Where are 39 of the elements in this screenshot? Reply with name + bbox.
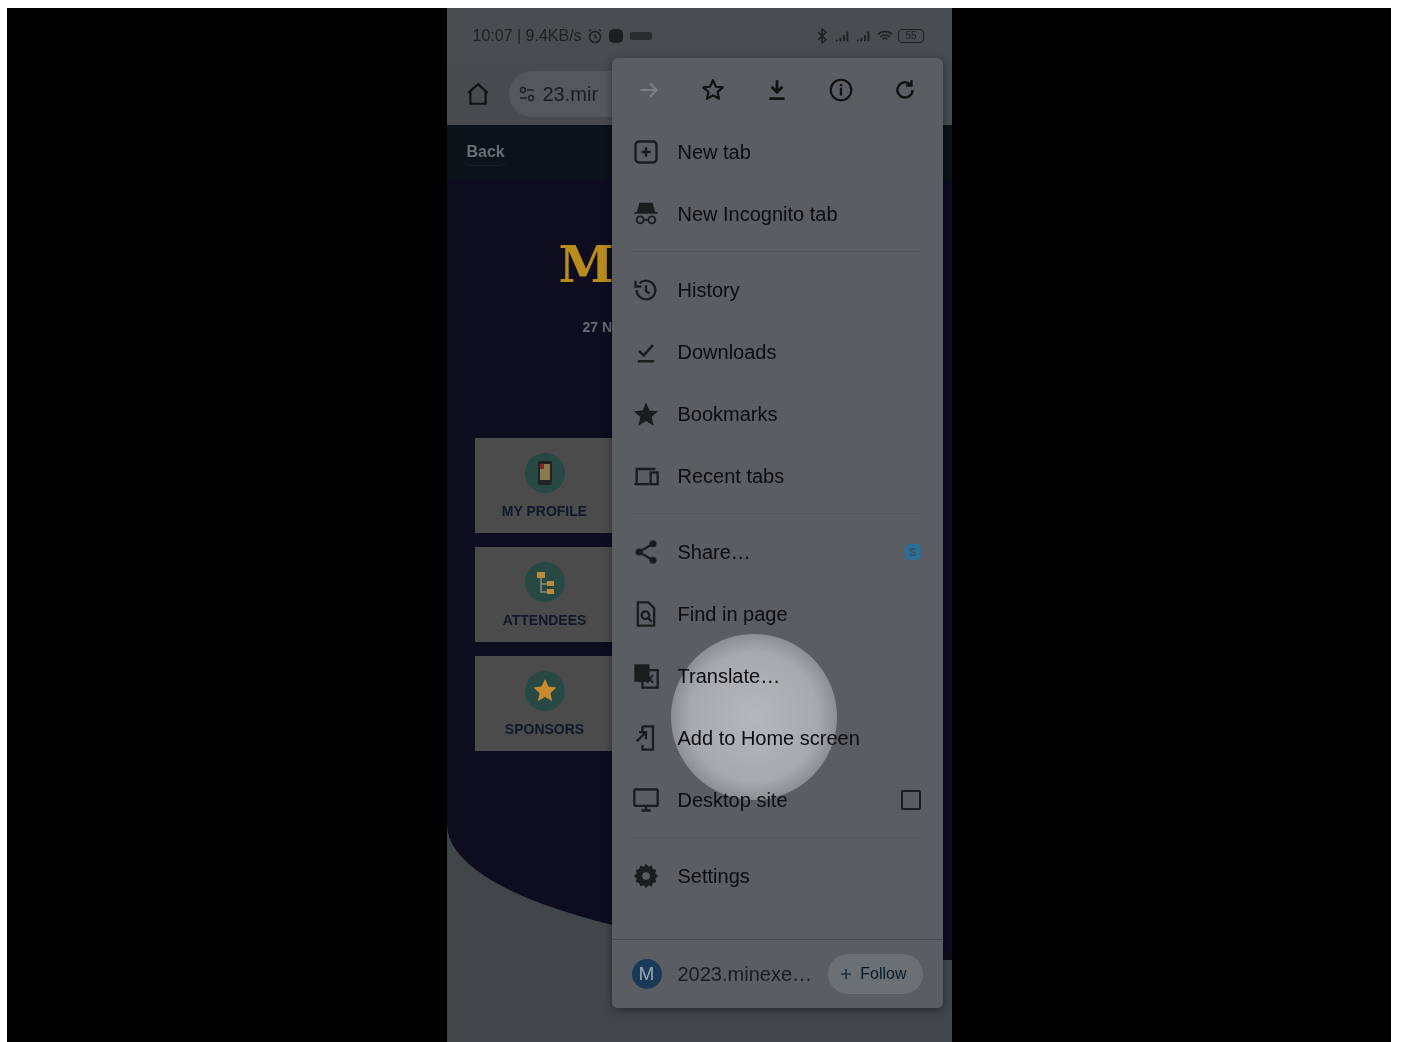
menu-item[interactable]: Desktop site bbox=[677, 788, 883, 812]
url-text: 23.mir bbox=[542, 82, 599, 106]
tile-label: ATTENDEES bbox=[502, 611, 587, 628]
menu-item[interactable]: Bookmarks bbox=[677, 402, 921, 426]
tile-label: SPONSORS bbox=[504, 720, 585, 737]
info-icon[interactable] bbox=[827, 76, 854, 103]
star-icon bbox=[631, 400, 660, 428]
menu-item[interactable]: Translate… bbox=[677, 664, 921, 688]
follow-button[interactable]: Follow bbox=[828, 954, 923, 994]
site-name: 2023.minexe… bbox=[677, 962, 813, 986]
menu-item[interactable]: Share… bbox=[677, 540, 887, 564]
tile-icon bbox=[524, 452, 565, 493]
menu-item[interactable]: New tab bbox=[677, 140, 921, 164]
event-date: 27 N bbox=[582, 319, 613, 335]
app-badge: S bbox=[904, 544, 921, 560]
new-tab-icon bbox=[631, 138, 660, 166]
tile-icon bbox=[524, 670, 565, 711]
menu-item[interactable]: Recent tabs bbox=[677, 464, 921, 488]
tile-icon bbox=[524, 561, 565, 602]
site-avatar: M bbox=[631, 959, 662, 989]
menu-item[interactable]: Downloads bbox=[677, 340, 921, 364]
menu-item[interactable]: History bbox=[677, 278, 921, 302]
tile-label: MY PROFILE bbox=[501, 502, 588, 519]
settings-icon bbox=[631, 862, 660, 890]
menu-item[interactable]: Settings bbox=[677, 864, 921, 888]
monitor-icon bbox=[631, 786, 660, 814]
app-notification-icon bbox=[607, 27, 624, 44]
desktop-site-checkbox[interactable] bbox=[900, 790, 921, 810]
back-button[interactable]: Back bbox=[460, 139, 511, 166]
notification-icon bbox=[628, 29, 653, 42]
menu-item[interactable]: New Incognito tab bbox=[677, 202, 921, 226]
translate-icon bbox=[631, 662, 660, 690]
site-settings-icon[interactable] bbox=[518, 86, 535, 102]
alarm-icon bbox=[586, 27, 603, 44]
bookmark-star-icon[interactable] bbox=[700, 76, 727, 103]
menu-item[interactable]: Find in page bbox=[677, 602, 921, 626]
logo-text: M bbox=[558, 235, 614, 294]
plus-icon bbox=[840, 968, 853, 980]
menu-item[interactable]: Add to Home screen bbox=[677, 726, 921, 750]
